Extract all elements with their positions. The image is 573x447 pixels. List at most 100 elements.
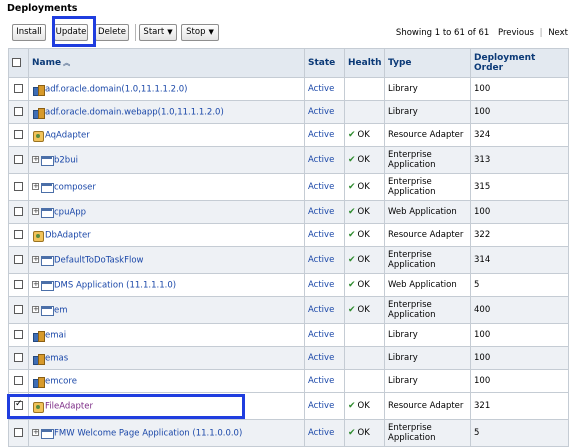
next-link[interactable]: Next <box>548 28 568 38</box>
table-row: + DefaultToDoTaskFlow Active ✔ OK Enterpri… <box>8 246 569 274</box>
health-value: OK <box>357 130 370 140</box>
deployment-link[interactable]: cpuApp <box>54 207 86 217</box>
deployment-link[interactable]: emcore <box>45 376 77 386</box>
row-checkbox[interactable] <box>14 280 23 289</box>
install-button[interactable]: Install <box>12 24 46 41</box>
expand-icon[interactable]: + <box>32 256 39 264</box>
deployment-link[interactable]: emai <box>45 330 66 340</box>
deployment-link[interactable]: emas <box>45 353 68 363</box>
row-checkbox[interactable] <box>14 305 23 314</box>
stop-menu-button[interactable]: Stop ▼ <box>181 24 219 41</box>
health-cell <box>344 369 385 393</box>
ok-check-icon: ✔ <box>348 280 356 290</box>
table-row: adf.oracle.domain.webapp(1.0,11.1.1.2.0)… <box>8 100 569 124</box>
row-select-cell <box>8 123 29 147</box>
type-cell: Resource Adapter <box>384 392 471 420</box>
order-cell: 100 <box>470 100 569 124</box>
order-cell: 100 <box>470 369 569 393</box>
chevron-down-icon: ▼ <box>167 28 173 36</box>
application-icon <box>41 207 54 218</box>
delete-button[interactable]: Delete <box>95 24 129 41</box>
type-line1: Enterprise <box>388 250 432 260</box>
row-select-cell <box>8 296 29 324</box>
deployment-link[interactable]: em <box>54 305 68 315</box>
state-value: Active <box>308 305 335 315</box>
health-cell: ✔ OK <box>344 296 385 324</box>
type-cell: Library <box>384 100 471 124</box>
deployment-link[interactable]: b2bui <box>54 155 78 165</box>
row-select-cell <box>8 223 29 247</box>
deployment-link[interactable]: AqAdapter <box>45 130 90 140</box>
state-value: Active <box>308 155 335 165</box>
deployment-link[interactable]: DefaultToDoTaskFlow <box>54 255 144 265</box>
name-cell: emai <box>28 323 305 347</box>
row-select-cell <box>8 346 29 370</box>
start-menu-button[interactable]: Start ▼ <box>139 24 177 41</box>
column-header-deployment-order[interactable]: Deployment Order <box>470 48 569 78</box>
name-cell: + b2bui <box>28 146 305 174</box>
state-cell: Active <box>304 100 345 124</box>
ok-check-icon: ✔ <box>348 401 356 411</box>
health-value: OK <box>357 401 370 411</box>
column-header-name[interactable]: Name ︽ <box>28 48 305 78</box>
row-checkbox[interactable] <box>14 230 23 239</box>
row-checkbox[interactable] <box>14 107 23 116</box>
state-value: Active <box>308 230 335 240</box>
row-checkbox[interactable] <box>14 207 23 216</box>
expand-icon[interactable]: + <box>32 429 39 437</box>
expand-icon[interactable]: + <box>32 208 39 216</box>
health-cell: ✔ OK <box>344 392 385 420</box>
deployment-link[interactable]: adf.oracle.domain(1.0,11.1.1.2.0) <box>45 84 188 94</box>
row-checkbox[interactable] <box>14 84 23 93</box>
row-checkbox[interactable] <box>14 255 23 264</box>
sort-ascending-icon[interactable]: ︽ <box>63 59 70 67</box>
pagination-summary: Showing 1 to 61 of 61 <box>395 28 490 38</box>
chevron-down-icon: ▼ <box>208 28 214 36</box>
row-checkbox[interactable] <box>14 330 23 339</box>
order-cell: 400 <box>470 296 569 324</box>
health-value: OK <box>357 182 370 192</box>
column-header-state[interactable]: State <box>304 48 345 78</box>
column-header-type[interactable]: Type <box>384 48 471 78</box>
table-row: + em Active ✔ OK Enterprise Application 400 <box>8 296 569 324</box>
start-button-label: Start <box>143 27 165 37</box>
health-cell: ✔ OK <box>344 419 385 447</box>
type-line2: Application <box>388 433 436 443</box>
deployment-link[interactable]: DbAdapter <box>45 230 91 240</box>
name-cell: + cpuApp <box>28 200 305 224</box>
previous-link[interactable]: Previous <box>498 28 534 38</box>
row-checkbox[interactable] <box>14 428 23 437</box>
row-checkbox[interactable] <box>14 376 23 385</box>
deployment-link[interactable]: FileAdapter <box>45 401 93 411</box>
table-row: AqAdapter Active ✔ OK Resource Adapter 32… <box>8 123 569 147</box>
deployment-link[interactable]: DMS Application (11.1.1.1.0) <box>54 280 176 290</box>
type-cell: Enterprise Application <box>384 173 471 201</box>
order-cell: 313 <box>470 146 569 174</box>
deployment-link[interactable]: adf.oracle.domain.webapp(1.0,11.1.1.2.0) <box>45 107 224 117</box>
row-checkbox[interactable] <box>14 353 23 362</box>
deployment-link[interactable]: composer <box>54 182 96 192</box>
type-cell: Web Application <box>384 273 471 297</box>
column-header-health[interactable]: Health <box>344 48 385 78</box>
state-value: Active <box>308 84 335 94</box>
type-cell: Library <box>384 77 471 101</box>
expand-icon[interactable]: + <box>32 281 39 289</box>
row-checkbox[interactable] <box>14 182 23 191</box>
order-cell: 100 <box>470 323 569 347</box>
row-checkbox[interactable] <box>14 155 23 164</box>
state-value: Active <box>308 107 335 117</box>
table-row: DbAdapter Active ✔ OK Resource Adapter 32… <box>8 223 569 247</box>
expand-icon[interactable]: + <box>32 156 39 164</box>
select-all-checkbox[interactable] <box>12 58 21 67</box>
health-cell: ✔ OK <box>344 123 385 147</box>
row-checkbox[interactable] <box>14 130 23 139</box>
library-icon <box>32 84 45 96</box>
expand-icon[interactable]: + <box>32 183 39 191</box>
name-cell: + em <box>28 296 305 324</box>
row-select-cell <box>8 419 29 447</box>
select-all-header <box>8 48 29 78</box>
expand-icon[interactable]: + <box>32 306 39 314</box>
row-checkbox-checked[interactable] <box>14 399 23 410</box>
name-cell: adf.oracle.domain(1.0,11.1.1.2.0) <box>28 77 305 101</box>
pagination-divider: | <box>539 28 543 38</box>
